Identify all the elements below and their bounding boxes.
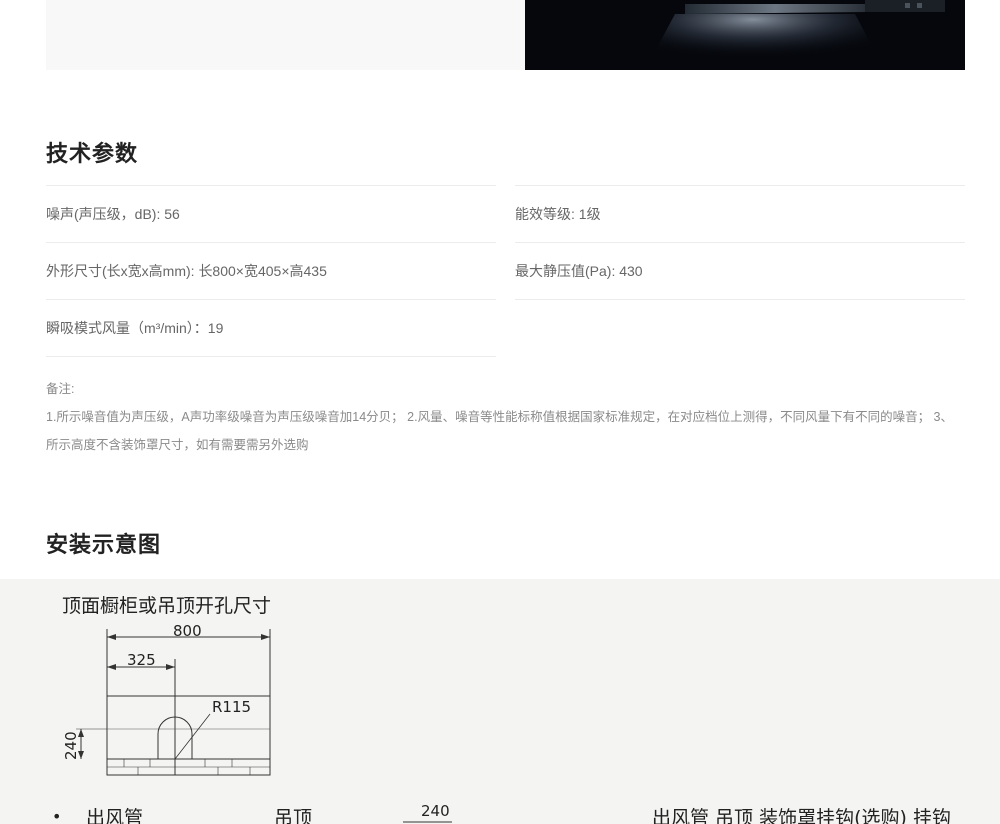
divider [515, 299, 965, 300]
install-diagram-title: 安装示意图 [46, 532, 162, 557]
range-hood-image [525, 0, 965, 70]
param-separator: : [571, 206, 579, 222]
divider [46, 356, 496, 357]
dim-240-label: 240 [421, 802, 450, 820]
note-text: 1.所示噪音值为声压级，A声功率级噪音为声压级噪音加14分贝； 2.风量、噪音等… [46, 410, 953, 452]
diagram-title: 顶面橱柜或吊顶开孔尺寸 [62, 595, 271, 617]
param-value: 1级 [578, 206, 601, 222]
param-dimensions: 外形尺寸(长x宽x高mm): 长800×宽405×高435 [46, 242, 496, 298]
param-label: 瞬吸模式风量（m³/min） [46, 320, 194, 336]
param-energy-grade: 能效等级: 1级 [515, 185, 965, 241]
radius-label: R115 [212, 698, 251, 716]
installation-diagram: 顶面橱柜或吊顶开孔尺寸 800 325 R115 240 • 出风管 吊顶 24… [0, 579, 1000, 824]
label-ceiling: 吊顶 [274, 807, 312, 824]
param-static-pressure: 最大静压值(Pa): 430 [515, 242, 965, 298]
label-right: 出风管 吊顶 装饰罩挂钩(选购) 挂钩 [652, 807, 951, 824]
param-label: 外形尺寸(长x宽x高mm) [46, 263, 191, 279]
param-label: 最大静压值(Pa) [515, 263, 612, 279]
dim-height-label: 240 [62, 731, 80, 760]
param-label: 能效等级 [515, 206, 571, 222]
label-outlet: 出风管 [86, 807, 143, 824]
param-value: 56 [164, 206, 180, 222]
tech-params-title: 技术参数 [46, 141, 139, 166]
dim-width-label: 800 [173, 622, 202, 640]
param-noise: 噪声(声压级，dB): 56 [46, 185, 496, 241]
param-label: 噪声(声压级，dB) [46, 206, 157, 222]
param-value: 19 [207, 320, 224, 336]
param-separator: ： [193, 320, 208, 336]
dim-offset-label: 325 [127, 651, 156, 669]
note-title: 备注: [46, 382, 75, 396]
param-value: 430 [619, 263, 643, 279]
param-value: 长800×宽405×高435 [198, 263, 327, 279]
svg-text:•: • [52, 807, 61, 824]
hero-left-panel [46, 0, 525, 70]
hero-banner [46, 0, 965, 70]
param-airflow: 瞬吸模式风量（m³/min）：19 [46, 299, 496, 355]
